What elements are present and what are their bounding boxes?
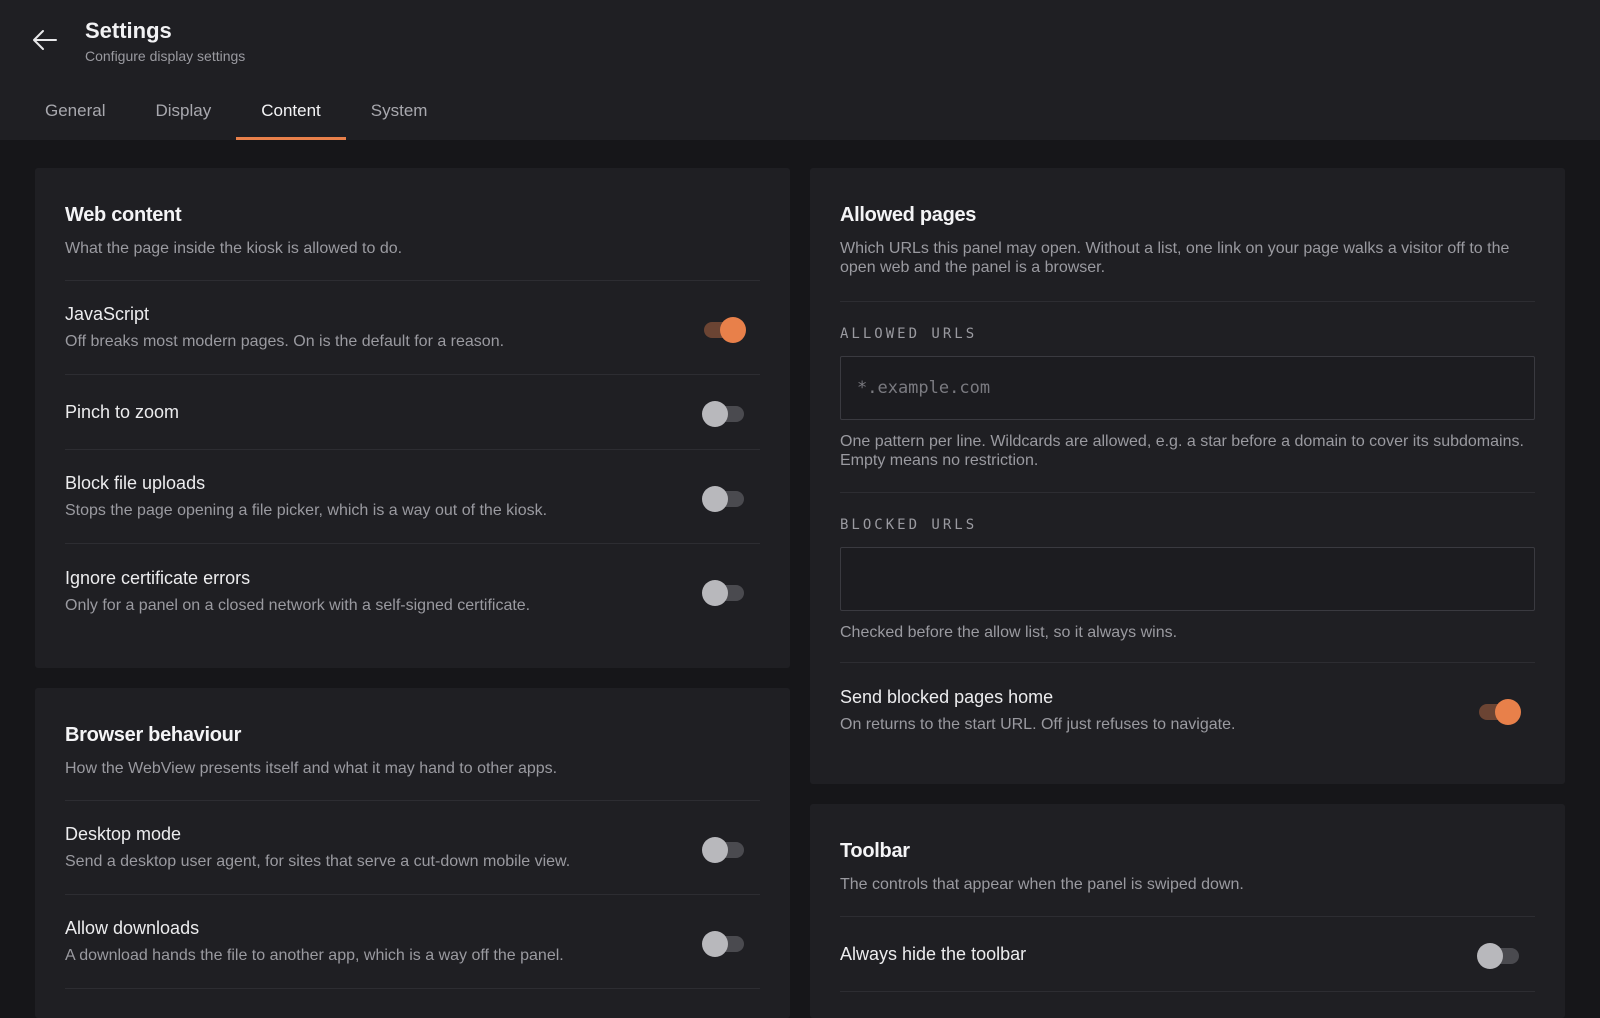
allowed-urls-field: ALLOWED URLS One pattern per line. Wildc… (840, 326, 1535, 493)
block-uploads-toggle[interactable] (702, 485, 746, 512)
setting-label: Pinch to zoom (65, 401, 180, 422)
setting-row-ignore-cert: Ignore certificate errors Only for a pan… (65, 544, 760, 638)
setting-description: Send a desktop user agent, for sites tha… (65, 853, 571, 870)
setting-description: Only for a panel on a closed network wit… (65, 596, 531, 614)
card-description: Which URLs this panel may open. Without … (840, 240, 1510, 276)
tab-bar: General Display Content System (20, 88, 452, 140)
setting-label: JavaScript (65, 304, 150, 324)
setting-label: Desktop mode (65, 824, 182, 844)
back-button[interactable] (27, 24, 63, 60)
tab-content[interactable]: Content (236, 88, 346, 140)
top-bar: Settings Configure display settings Gene… (0, 0, 1600, 140)
page-subtitle: Configure display settings (85, 48, 246, 64)
card-title: Browser behaviour (65, 724, 242, 746)
card-description: The controls that appear when the panel … (840, 876, 1244, 893)
card-description: How the WebView presents itself and what… (65, 760, 558, 777)
web-content-card: Web content What the page inside the kio… (35, 168, 790, 668)
setting-description: Off breaks most modern pages. On is the … (65, 333, 505, 350)
setting-description: On returns to the start URL. Off just re… (840, 715, 1236, 733)
tab-display[interactable]: Display (130, 88, 236, 140)
setting-row-allow-downloads: Allow downloads A download hands the fil… (65, 895, 760, 989)
setting-description: A download hands the file to another app… (65, 947, 564, 964)
blocked-urls-help: Checked before the allow list, so it alw… (840, 624, 1178, 641)
javascript-toggle[interactable] (704, 316, 746, 343)
desktop-mode-toggle[interactable] (702, 836, 746, 863)
ignore-cert-toggle[interactable] (702, 580, 746, 606)
send-home-toggle[interactable] (1479, 699, 1521, 725)
setting-label: Block file uploads (65, 473, 206, 493)
setting-label: Allow downloads (65, 918, 200, 938)
blocked-urls-label: BLOCKED URLS (840, 517, 978, 533)
allowed-pages-card: Allowed pages Which URLs this panel may … (810, 168, 1565, 784)
setting-label: Send blocked pages home (840, 686, 1054, 707)
setting-description: Stops the page opening a file picker, wh… (65, 502, 548, 519)
card-description: What the page inside the kiosk is allowe… (65, 240, 403, 257)
tab-general[interactable]: General (20, 88, 130, 140)
tab-system[interactable]: System (346, 88, 453, 140)
blocked-urls-input[interactable] (840, 547, 1535, 611)
hide-toolbar-toggle[interactable] (1477, 943, 1521, 969)
setting-label: Ignore certificate errors (65, 567, 251, 588)
browser-behaviour-card: Browser behaviour How the WebView presen… (35, 688, 790, 1018)
setting-row-block-uploads: Block file uploads Stops the page openin… (65, 450, 760, 544)
arrow-left-icon (32, 29, 58, 56)
blocked-urls-field: BLOCKED URLS Checked before the allow li… (840, 517, 1535, 663)
card-title: Toolbar (840, 840, 910, 862)
allowed-urls-label: ALLOWED URLS (840, 326, 978, 342)
setting-row-javascript: JavaScript Off breaks most modern pages.… (65, 281, 760, 375)
card-title: Allowed pages (840, 204, 977, 226)
setting-row-pinch-zoom: Pinch to zoom (65, 375, 760, 450)
card-title: Web content (65, 204, 182, 226)
pinch-zoom-toggle[interactable] (702, 401, 746, 427)
setting-row-send-home: Send blocked pages home On returns to th… (840, 663, 1535, 757)
toolbar-card: Toolbar The controls that appear when th… (810, 804, 1565, 1018)
setting-row-hide-toolbar: Always hide the toolbar (840, 917, 1535, 992)
setting-row-desktop-mode: Desktop mode Send a desktop user agent, … (65, 801, 760, 895)
allow-downloads-toggle[interactable] (702, 930, 746, 957)
page-title: Settings (85, 18, 172, 43)
allowed-urls-help: One pattern per line. Wildcards are allo… (840, 433, 1524, 469)
setting-label: Always hide the toolbar (840, 943, 1027, 964)
allowed-urls-input[interactable] (840, 356, 1535, 420)
